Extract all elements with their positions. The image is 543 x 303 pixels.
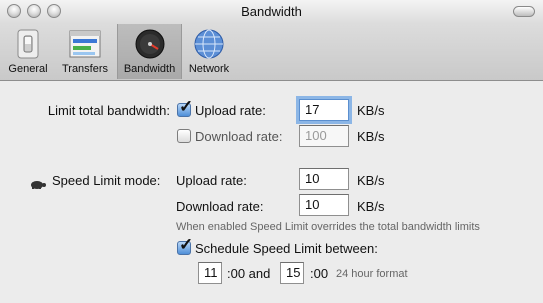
tab-label: Bandwidth (123, 63, 176, 75)
speedometer-icon (134, 28, 166, 60)
tab-bandwidth[interactable]: Bandwidth (117, 24, 182, 79)
speed-download-field[interactable]: 10 (299, 194, 349, 216)
schedule-to-suffix: :00 (310, 266, 329, 281)
download-limit-label: Download rate: (195, 129, 283, 144)
upload-limit-checkbox[interactable]: ✓ (177, 98, 193, 117)
speed-upload-label: Upload rate: (176, 173, 247, 188)
toolbar-toggle-button[interactable] (513, 6, 535, 17)
tab-network[interactable]: Network (183, 24, 235, 79)
limit-total-label: Limit total bandwidth: (47, 103, 170, 118)
light-switch-icon (12, 28, 44, 60)
tab-general[interactable]: General (4, 24, 52, 79)
speed-limit-mode-label: Speed Limit mode: (52, 173, 161, 188)
upload-limit-label: Upload rate: (195, 103, 266, 118)
schedule-from-hour-field[interactable]: 11 (198, 262, 222, 284)
tab-label: General (8, 63, 48, 75)
upload-limit-field[interactable]: 17 (299, 99, 349, 121)
upload-limit-unit: KB/s (357, 103, 385, 118)
schedule-to-hour-field[interactable]: 15 (280, 262, 304, 284)
speed-upload-field[interactable]: 10 (299, 168, 349, 190)
download-limit-unit: KB/s (357, 129, 385, 144)
tab-label: Network (188, 63, 230, 75)
schedule-label: Schedule Speed Limit between: (195, 241, 378, 256)
preferences-window: Bandwidth General Transfers Bandwidth Ne… (0, 0, 543, 303)
turtle-icon (29, 176, 47, 189)
schedule-format-note: 24 hour format (336, 268, 408, 280)
window-toolbar: Bandwidth General Transfers Bandwidth Ne… (0, 0, 543, 81)
tab-transfers[interactable]: Transfers (57, 24, 113, 79)
speed-upload-unit: KB/s (357, 173, 385, 188)
schedule-from-suffix: :00 and (227, 266, 271, 281)
speed-download-unit: KB/s (357, 199, 385, 214)
download-limit-checkbox[interactable] (177, 129, 191, 143)
download-limit-field[interactable]: 100 (299, 125, 349, 147)
window-title: Bandwidth (241, 4, 302, 19)
transfers-window-icon (69, 28, 101, 60)
speed-limit-hint: When enabled Speed Limit overrides the t… (176, 221, 480, 233)
schedule-checkbox[interactable]: ✓ (177, 236, 193, 255)
globe-icon (193, 28, 225, 60)
speed-download-label: Download rate: (176, 199, 264, 214)
tab-label: Transfers (61, 63, 109, 75)
